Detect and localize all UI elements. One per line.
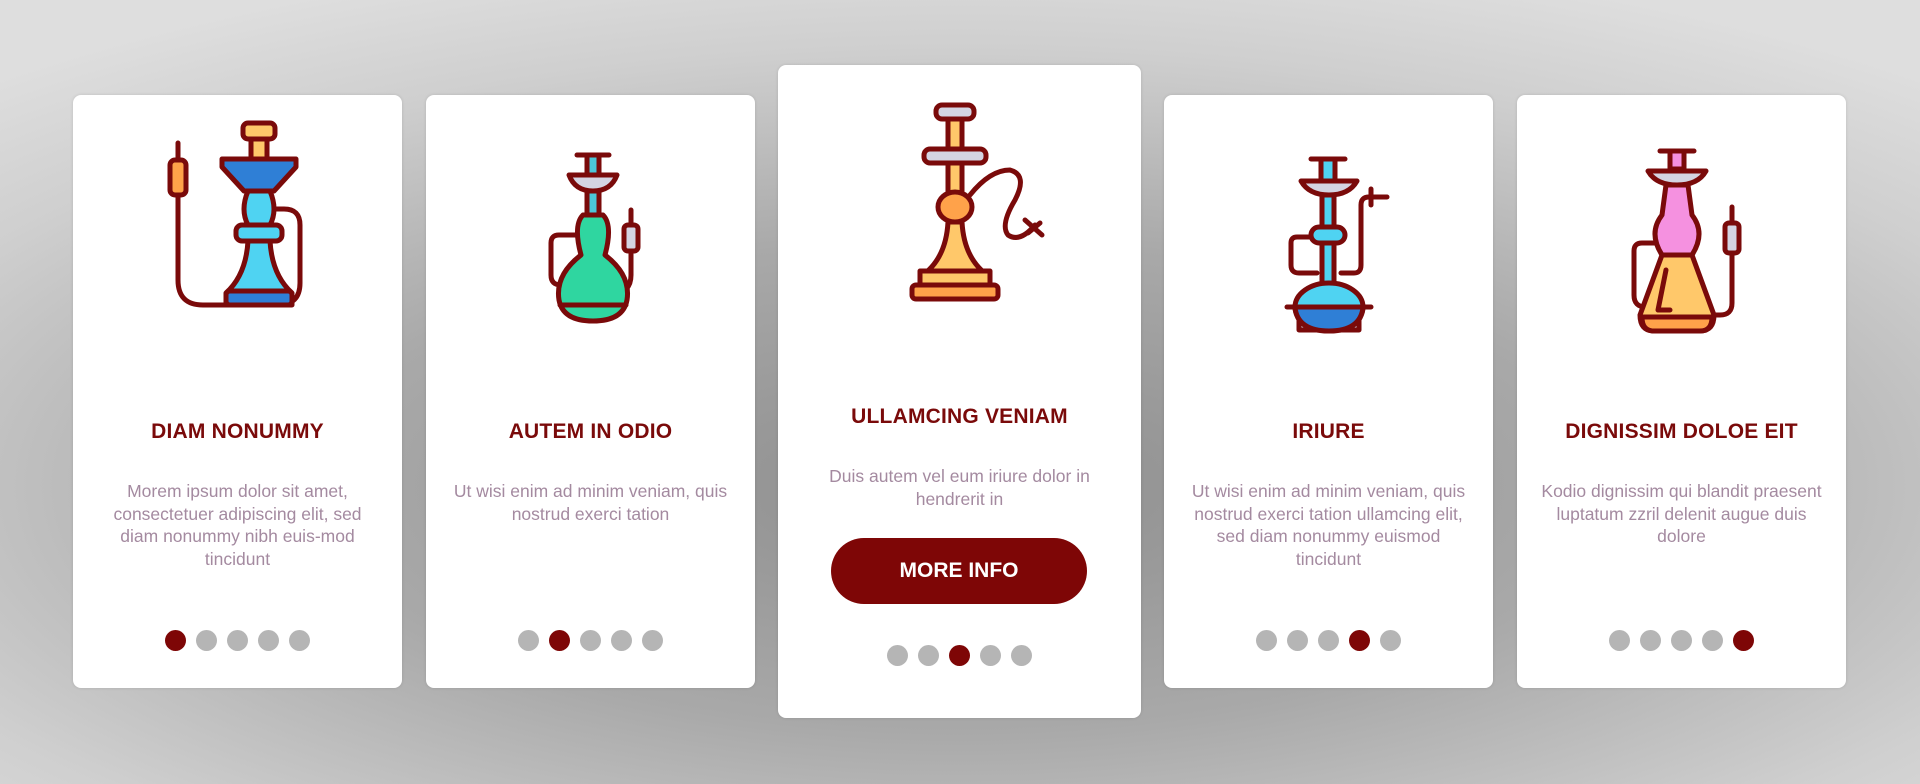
pagination-dot-3[interactable] bbox=[227, 630, 248, 651]
pagination-dot-2[interactable] bbox=[918, 645, 939, 666]
pagination-dot-2[interactable] bbox=[1640, 630, 1661, 651]
card-title: IRIURE bbox=[1292, 420, 1365, 443]
pagination-dot-5[interactable] bbox=[1380, 630, 1401, 651]
pagination-dots bbox=[426, 630, 755, 651]
card-title: DIGNISSIM DOLOE EIT bbox=[1565, 420, 1798, 443]
onboarding-card-1: DIAM NONUMMY Morem ipsum dolor sit amet,… bbox=[73, 95, 402, 688]
pagination-dot-3[interactable] bbox=[1318, 630, 1339, 651]
pagination-dots bbox=[73, 630, 402, 651]
card-description: Kodio dignissim qui blandit praesent lup… bbox=[1541, 481, 1822, 546]
pagination-dot-4[interactable] bbox=[1702, 630, 1723, 651]
onboarding-card-3: ULLAMCING VENIAM Duis autem vel eum iriu… bbox=[778, 65, 1141, 718]
onboarding-card-5: DIGNISSIM DOLOE EIT Kodio dignissim qui … bbox=[1517, 95, 1846, 688]
card-title: AUTEM IN ODIO bbox=[508, 420, 673, 443]
pagination-dot-3[interactable] bbox=[1671, 630, 1692, 651]
hookah-pink-icon bbox=[1631, 148, 1741, 334]
pagination-dots bbox=[1164, 630, 1493, 651]
pagination-dot-1[interactable] bbox=[1609, 630, 1630, 651]
pagination-dot-3[interactable] bbox=[580, 630, 601, 651]
pagination-dot-4[interactable] bbox=[258, 630, 279, 651]
card-description: Ut wisi enim ad minim veniam, quis nostr… bbox=[1191, 481, 1466, 569]
pagination-dot-1[interactable] bbox=[1256, 630, 1277, 651]
pagination-dot-1[interactable] bbox=[887, 645, 908, 666]
pagination-dot-1[interactable] bbox=[165, 630, 186, 651]
pagination-dot-5[interactable] bbox=[1011, 645, 1032, 666]
more-info-button[interactable]: MORE INFO bbox=[831, 538, 1087, 604]
pagination-dot-3[interactable] bbox=[949, 645, 970, 666]
pagination-dot-5[interactable] bbox=[642, 630, 663, 651]
pagination-dots bbox=[1517, 630, 1846, 651]
pagination-dot-2[interactable] bbox=[196, 630, 217, 651]
pagination-dots bbox=[778, 645, 1141, 666]
pagination-dot-4[interactable] bbox=[980, 645, 1001, 666]
hookah-green-icon bbox=[548, 152, 640, 324]
pagination-dot-4[interactable] bbox=[611, 630, 632, 651]
hookah-orange-icon bbox=[909, 102, 1044, 302]
pagination-dot-2[interactable] bbox=[549, 630, 570, 651]
hookah-blue-icon bbox=[167, 120, 302, 308]
pagination-dot-5[interactable] bbox=[289, 630, 310, 651]
card-title: ULLAMCING VENIAM bbox=[851, 405, 1068, 428]
pagination-dot-5[interactable] bbox=[1733, 630, 1754, 651]
card-description: Morem ipsum dolor sit amet, consectetuer… bbox=[113, 481, 362, 569]
card-description: Ut wisi enim ad minim veniam, quis nostr… bbox=[453, 481, 728, 524]
card-title: DIAM NONUMMY bbox=[151, 420, 324, 443]
onboarding-card-4: IRIURE Ut wisi enim ad minim veniam, qui… bbox=[1164, 95, 1493, 688]
onboarding-card-2: AUTEM IN ODIO Ut wisi enim ad minim veni… bbox=[426, 95, 755, 688]
pagination-dot-1[interactable] bbox=[518, 630, 539, 651]
hookah-round-blue-icon bbox=[1284, 156, 1389, 334]
pagination-dot-2[interactable] bbox=[1287, 630, 1308, 651]
card-description: Duis autem vel eum iriure dolor in hendr… bbox=[829, 466, 1090, 509]
pagination-dot-4[interactable] bbox=[1349, 630, 1370, 651]
